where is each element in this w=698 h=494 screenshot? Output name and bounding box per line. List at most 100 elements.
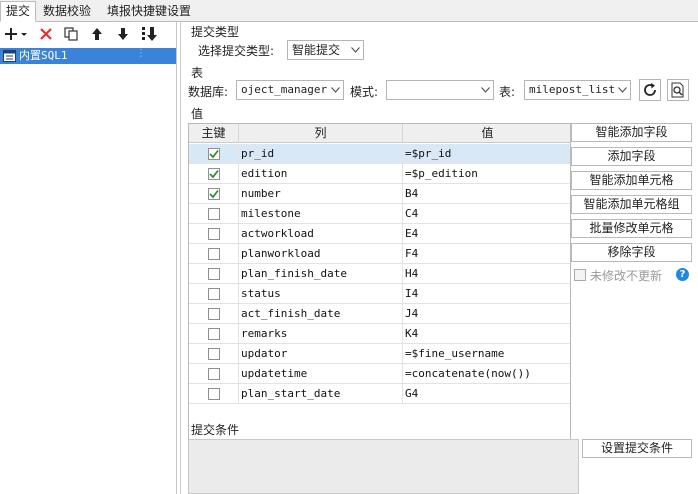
submit-settings-panel: 提交类型 选择提交类型: 智能提交 表 数据库: oject_manager 模… <box>185 22 698 494</box>
remove-field-button[interactable]: 移除字段 <box>571 243 692 262</box>
column-name-cell[interactable]: act_finish_date <box>239 304 403 324</box>
submit-type-select[interactable]: 智能提交 <box>287 40 364 60</box>
refresh-button[interactable] <box>639 79 661 101</box>
database-select[interactable]: oject_manager <box>236 80 344 100</box>
primary-key-cell <box>189 344 239 364</box>
primary-key-cell <box>189 264 239 284</box>
value-cell[interactable]: =$fine_username <box>403 344 570 364</box>
column-name-cell[interactable]: number <box>239 184 403 204</box>
column-name-cell[interactable]: milestone <box>239 204 403 224</box>
chevron-down-icon <box>347 41 363 59</box>
no-update-unchanged-label: 未修改不更新 <box>590 269 663 283</box>
search-document-icon <box>671 82 684 98</box>
value-cell[interactable]: H4 <box>403 264 570 284</box>
column-name-cell[interactable]: planworkload <box>239 244 403 264</box>
table-row[interactable]: pr_id =$pr_id <box>189 144 570 164</box>
table-row[interactable]: status I4 <box>189 284 570 304</box>
move-down-button[interactable] <box>114 25 132 43</box>
sort-button[interactable] <box>140 25 158 43</box>
primary-key-checkbox[interactable] <box>208 248 220 260</box>
column-name-cell[interactable]: remarks <box>239 324 403 344</box>
preview-table-button[interactable] <box>667 79 689 101</box>
smart-add-field-button[interactable]: 智能添加字段 <box>571 123 692 142</box>
column-header-key[interactable]: 主键 <box>189 124 239 143</box>
table-row[interactable]: milestone C4 <box>189 204 570 224</box>
value-cell[interactable]: F4 <box>403 244 570 264</box>
table-select[interactable]: milepost_list <box>524 80 631 100</box>
value-cell[interactable]: E4 <box>403 224 570 244</box>
column-name-cell[interactable]: plan_start_date <box>239 384 403 404</box>
table-row[interactable]: act_finish_date J4 <box>189 304 570 324</box>
tab-shortcut-settings[interactable]: 填报快捷键设置 <box>101 1 197 22</box>
chevron-down-icon <box>327 81 343 99</box>
refresh-icon <box>644 83 656 96</box>
column-header-value[interactable]: 值 <box>403 124 570 143</box>
value-cell[interactable]: =$pr_id <box>403 144 570 164</box>
table-row[interactable]: plan_start_date G4 <box>189 384 570 404</box>
table-row[interactable]: actworkload E4 <box>189 224 570 244</box>
primary-key-checkbox[interactable] <box>208 388 220 400</box>
move-up-button[interactable] <box>88 25 106 43</box>
tab-submit[interactable]: 提交 <box>0 1 37 22</box>
tab-data-validation[interactable]: 数据校验 <box>37 1 97 22</box>
set-conditions-button[interactable]: 设置提交条件 <box>582 439 692 458</box>
column-name-cell[interactable]: edition <box>239 164 403 184</box>
value-cell[interactable]: G4 <box>403 384 570 404</box>
value-cell[interactable]: =concatenate(now()) <box>403 364 570 384</box>
primary-key-checkbox[interactable] <box>208 368 220 380</box>
column-name-cell[interactable]: status <box>239 284 403 304</box>
primary-key-checkbox[interactable] <box>208 268 220 280</box>
column-header-column[interactable]: 列 <box>239 124 403 143</box>
column-name-cell[interactable]: plan_finish_date <box>239 264 403 284</box>
primary-key-cell <box>189 224 239 244</box>
table-row[interactable]: updatetime =concatenate(now()) <box>189 364 570 384</box>
column-name-cell[interactable]: updator <box>239 344 403 364</box>
mode-label: 模式: <box>350 85 379 99</box>
primary-key-checkbox[interactable] <box>208 188 220 200</box>
table-row[interactable]: remarks K4 <box>189 324 570 344</box>
add-dropdown-button[interactable] <box>4 25 28 43</box>
sort-down-icon <box>142 27 157 41</box>
primary-key-checkbox[interactable] <box>208 208 220 220</box>
value-cell[interactable]: C4 <box>403 204 570 224</box>
table-row[interactable]: plan_finish_date H4 <box>189 264 570 284</box>
primary-key-checkbox[interactable] <box>208 348 220 360</box>
table-row[interactable]: planworkload F4 <box>189 244 570 264</box>
primary-key-checkbox[interactable] <box>208 288 220 300</box>
smart-add-cell-button[interactable]: 智能添加单元格 <box>571 171 692 190</box>
batch-edit-cell-button[interactable]: 批量修改单元格 <box>571 219 692 238</box>
smart-add-cell-group-button[interactable]: 智能添加单元格组 <box>571 195 692 214</box>
copy-button[interactable] <box>62 25 80 43</box>
plus-icon <box>5 28 27 40</box>
no-update-unchanged-checkbox[interactable] <box>574 269 586 281</box>
help-icon[interactable]: ? <box>676 268 689 281</box>
panel-splitter[interactable] <box>180 22 184 494</box>
value-cell[interactable]: B4 <box>403 184 570 204</box>
submit-type-section-label: 提交类型 <box>191 25 240 39</box>
delete-button[interactable] <box>37 25 55 43</box>
mode-select[interactable] <box>386 80 494 100</box>
sql-list-item[interactable]: 内置SQL1 <box>0 48 176 64</box>
table-row[interactable]: updator =$fine_username <box>189 344 570 364</box>
values-table-header: 主键 列 值 <box>189 124 570 143</box>
table-row[interactable]: number B4 <box>189 184 570 204</box>
primary-key-checkbox[interactable] <box>208 168 220 180</box>
primary-key-cell <box>189 164 239 184</box>
primary-key-checkbox[interactable] <box>208 328 220 340</box>
conditions-list[interactable] <box>188 439 579 494</box>
primary-key-checkbox[interactable] <box>208 228 220 240</box>
value-cell[interactable]: J4 <box>403 304 570 324</box>
column-name-cell[interactable]: actworkload <box>239 224 403 244</box>
primary-key-checkbox[interactable] <box>208 148 220 160</box>
table-label: 表: <box>499 85 516 99</box>
add-field-button[interactable]: 添加字段 <box>571 147 692 166</box>
table-row[interactable]: edition =$p_edition <box>189 164 570 184</box>
value-cell[interactable]: I4 <box>403 284 570 304</box>
value-cell[interactable]: =$p_edition <box>403 164 570 184</box>
value-cell[interactable]: K4 <box>403 324 570 344</box>
column-name-cell[interactable]: pr_id <box>239 144 403 164</box>
conditions-section-label: 提交条件 <box>191 423 240 437</box>
column-name-cell[interactable]: updatetime <box>239 364 403 384</box>
primary-key-checkbox[interactable] <box>208 308 220 320</box>
table-value: milepost_list <box>529 83 616 96</box>
